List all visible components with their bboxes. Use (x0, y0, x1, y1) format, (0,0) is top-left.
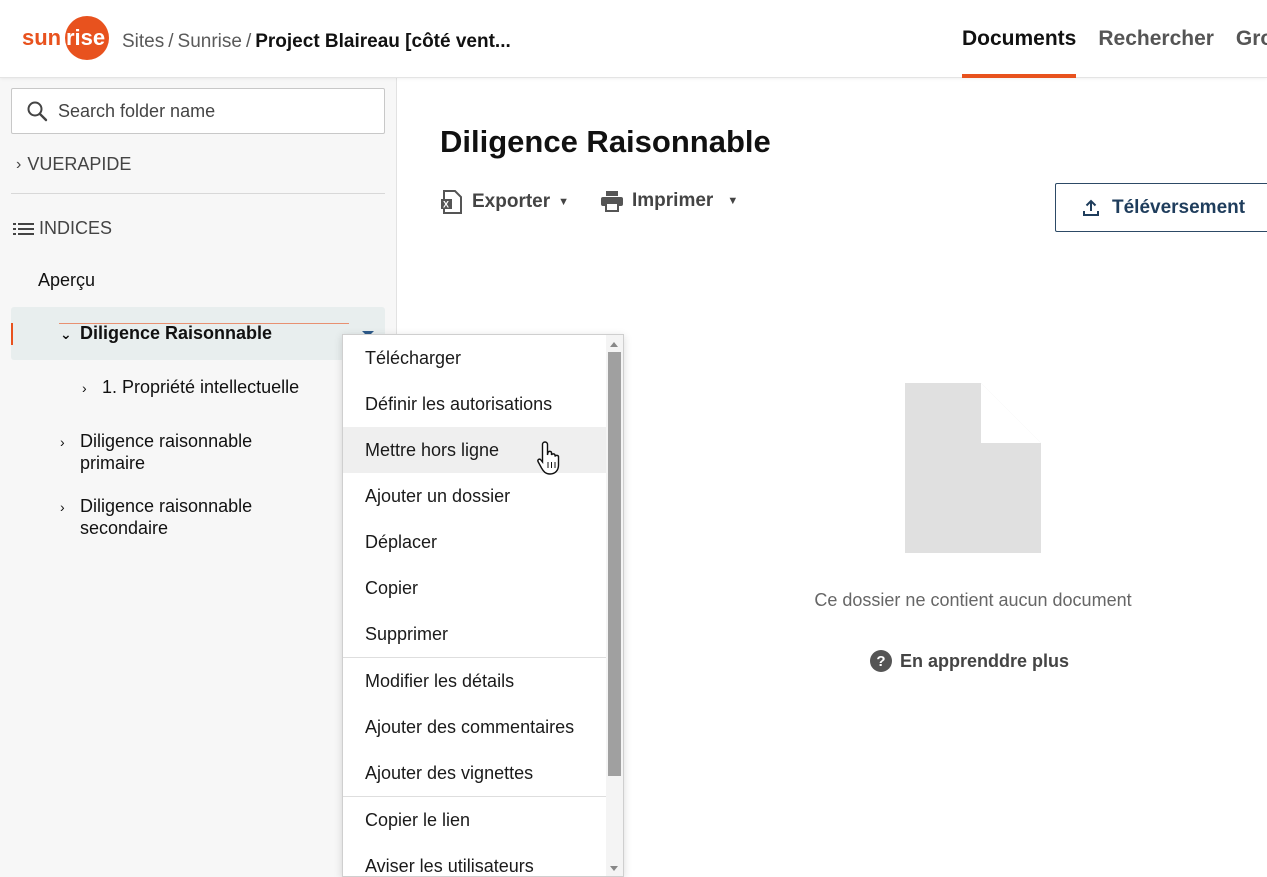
menu-item-copier[interactable]: Copier (343, 565, 607, 611)
quickview-label: VUERAPIDE (27, 154, 132, 174)
search-icon (27, 101, 48, 122)
folder-context-menu: Télécharger Définir les autorisations Me… (342, 334, 624, 877)
svg-text:rise: rise (66, 25, 105, 50)
menu-scrollbar[interactable] (606, 335, 623, 876)
hand-pointer-cursor-icon (537, 441, 560, 475)
menu-item-ajouter-vignettes[interactable]: Ajouter des vignettes (343, 750, 607, 796)
tree-item-label-line1: Diligence raisonnable (80, 496, 253, 516)
tree-item-diligence-raisonnable[interactable]: ⌄ Diligence Raisonnable (60, 322, 272, 345)
tree-item-label-line2: primaire (80, 453, 146, 473)
tree-item-label: Diligence Raisonnable (80, 323, 273, 343)
menu-scrollbar-thumb[interactable] (608, 352, 621, 776)
page-title: Diligence Raisonnable (440, 124, 771, 159)
apercu-label: Aperçu (38, 270, 96, 290)
svg-text:X: X (443, 200, 449, 210)
export-button[interactable]: X Exporter ▼ (441, 190, 569, 214)
menu-item-ajouter-dossier[interactable]: Ajouter un dossier (343, 473, 607, 519)
menu-item-deplacer[interactable]: Déplacer (343, 519, 607, 565)
upload-label: Téléversement (1112, 196, 1246, 218)
chevron-right-icon[interactable]: › (60, 431, 80, 453)
learn-more-link[interactable]: ? En apprenddre plus (870, 650, 1069, 672)
tree-item-diligence-primaire[interactable]: › Diligence raisonnable primaire (60, 430, 252, 474)
menu-item-definir-autorisations[interactable]: Définir les autorisations (343, 381, 607, 427)
breadcrumb: Sites / Sunrise / Project Blaireau [côté ven… (122, 31, 511, 53)
nav-tab-documents[interactable]: Documents (962, 0, 1077, 78)
breadcrumb-sunrise-link[interactable]: Sunrise (178, 31, 242, 52)
chevron-right-icon[interactable]: › (82, 377, 102, 399)
print-label: Imprimer (632, 190, 714, 211)
caret-down-icon: ▼ (558, 196, 570, 208)
learn-more-label: En apprenddre plus (900, 650, 1070, 671)
nav-tab-groups[interactable]: Gro (1236, 0, 1267, 78)
breadcrumb-separator: / (168, 31, 174, 52)
menu-item-copier-lien[interactable]: Copier le lien (343, 797, 607, 843)
indices-label: INDICES (39, 218, 113, 238)
question-circle-icon: ? (870, 650, 892, 672)
breadcrumb-sites-link[interactable]: Sites (122, 31, 164, 52)
tree-item-label-line1: Diligence raisonnable (80, 431, 253, 451)
scroll-down-arrow-icon[interactable] (610, 866, 618, 871)
list-icon (13, 222, 34, 235)
menu-item-aviser-utilisateurs[interactable]: Aviser les utilisateurs (343, 843, 607, 876)
folder-search-input[interactable] (58, 100, 358, 122)
chevron-right-icon: › (16, 155, 22, 173)
print-button[interactable]: Imprimer ▼ (600, 190, 738, 212)
caret-down-icon: ▼ (727, 195, 739, 207)
selection-indicator (11, 323, 13, 345)
menu-item-modifier-details[interactable]: Modifier les détails (343, 658, 607, 704)
svg-text:sun: sun (22, 25, 61, 50)
breadcrumb-separator: / (245, 31, 252, 52)
breadcrumb-current-project: Project Blaireau [côté vent... (255, 31, 511, 52)
app-header: sun rise Sites / Sunrise / Project Blaireau … (0, 0, 1267, 78)
indices-header: INDICES (13, 218, 112, 239)
printer-icon (601, 191, 623, 212)
folder-sidebar: › VUERAPIDE INDICES Aperçu ⌄ Diligence R… (0, 78, 397, 877)
folder-search-box[interactable] (11, 88, 385, 134)
tree-item-diligence-secondaire[interactable]: › Diligence raisonnable secondaire (60, 495, 252, 539)
tree-item-propriete-intellectuelle[interactable]: › 1. Propriété intellectuelle (82, 376, 299, 399)
quickview-toggle[interactable]: › VUERAPIDE (16, 154, 131, 175)
empty-folder-message: Ce dossier ne contient aucun document (814, 590, 1132, 610)
menu-item-supprimer[interactable]: Supprimer (343, 611, 607, 657)
chevron-right-icon[interactable]: › (60, 496, 80, 518)
tree-item-label-line2: secondaire (80, 518, 169, 538)
nav-tab-rechercher[interactable]: Rechercher (1098, 0, 1214, 78)
scroll-up-arrow-icon[interactable] (610, 342, 618, 347)
sunrise-logo[interactable]: sun rise (22, 16, 110, 60)
upload-button[interactable]: Téléversement (1055, 183, 1267, 232)
sidebar-item-apercu[interactable]: Aperçu (38, 269, 95, 291)
upload-icon (1083, 199, 1099, 216)
excel-file-icon: X (441, 190, 462, 214)
sidebar-divider (11, 193, 385, 194)
menu-item-mettre-hors-ligne[interactable]: Mettre hors ligne (343, 427, 607, 473)
menu-item-telecharger[interactable]: Télécharger (343, 335, 607, 381)
top-navigation: Documents Rechercher Gro (962, 0, 1267, 78)
tree-item-label: 1. Propriété intellectuelle (102, 377, 300, 397)
export-label: Exporter (472, 191, 551, 212)
empty-document-icon (905, 383, 1041, 553)
chevron-down-icon[interactable]: ⌄ (60, 323, 80, 345)
menu-item-ajouter-commentaires[interactable]: Ajouter des commentaires (343, 704, 607, 750)
